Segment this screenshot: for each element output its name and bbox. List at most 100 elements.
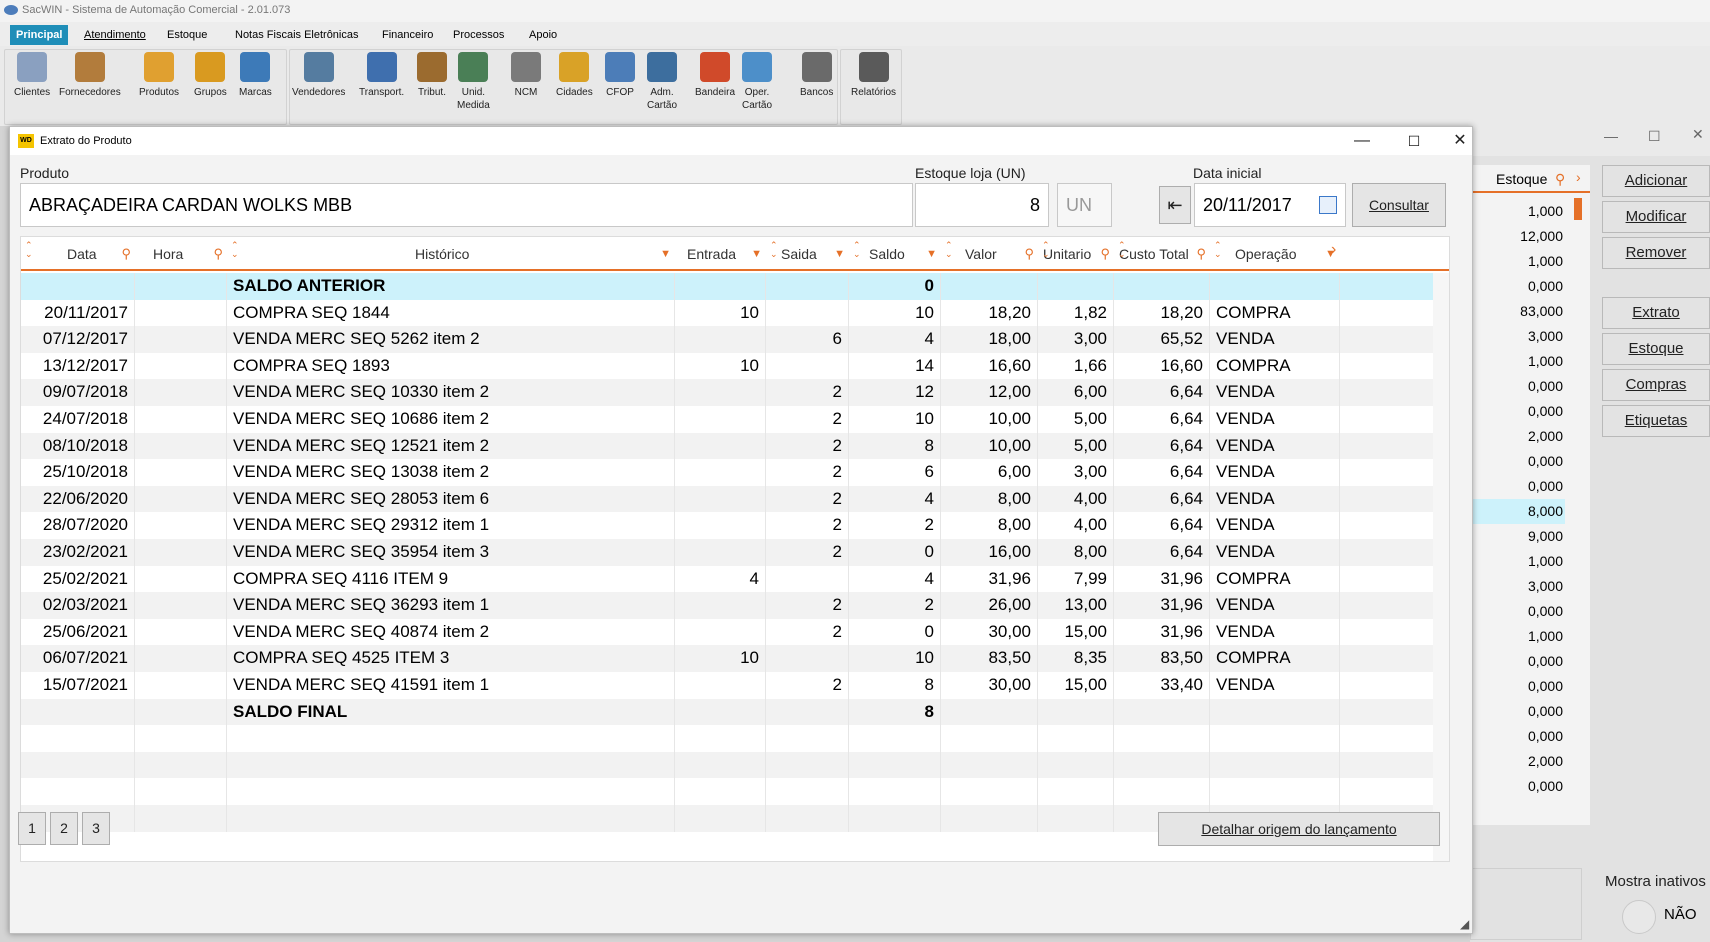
side-button-modificar[interactable]: Modificar: [1602, 201, 1710, 233]
ribbon-button-12[interactable]: Adm. Cartão: [647, 52, 677, 112]
column-header-historico[interactable]: Histórico ⌃ ⌄ ▼: [227, 237, 675, 271]
table-row[interactable]: 07/12/2017 VENDA MERC SEQ 5262 item 2 6 4 18…: [21, 326, 1449, 353]
back-to-start-button[interactable]: ⇤: [1159, 186, 1191, 224]
column-header-saldo[interactable]: Saldo ⌃ ⌄ ▼: [849, 237, 941, 271]
table-row[interactable]: 15/07/2021 VENDA MERC SEQ 41591 item 1283…: [21, 672, 1449, 699]
side-button-etiquetas[interactable]: Etiquetas: [1602, 405, 1710, 437]
ribbon-button-6[interactable]: Transport.: [359, 52, 404, 99]
table-row[interactable]: SALDO ANTERIOR 0: [21, 273, 1449, 300]
chevron-right-icon[interactable]: ›: [1576, 169, 1581, 185]
sort-icon[interactable]: ⌃ ⌄: [231, 241, 239, 259]
safe-icon: [801, 52, 832, 82]
grid-vertical-scrollbar[interactable]: [1433, 273, 1449, 861]
search-icon[interactable]: ⚲: [1024, 247, 1034, 261]
column-header-hora[interactable]: Hora ⚲: [135, 237, 227, 271]
side-button-extrato[interactable]: Extrato: [1602, 297, 1710, 329]
resize-grip-icon[interactable]: ◢: [1460, 917, 1469, 931]
filter-icon[interactable]: ▼: [834, 247, 845, 261]
sort-icon[interactable]: ⌃ ⌄: [1214, 241, 1222, 259]
column-header-operacao[interactable]: Operação ⌃ ⌄ ▼: [1210, 237, 1340, 271]
ribbon-button-13[interactable]: Bandeira: [695, 52, 735, 99]
menu-principal[interactable]: Principal: [10, 25, 69, 45]
column-header-valor[interactable]: Valor ⌃ ⌄ ⚲: [941, 237, 1038, 271]
table-row[interactable]: 25/02/2021 COMPRA SEQ 4116 ITEM 9 4 4 31,96 7…: [21, 565, 1449, 593]
ribbon-button-16[interactable]: Relatórios: [851, 52, 896, 99]
bg-close-icon[interactable]: ✕: [1692, 126, 1704, 143]
chevron-right-icon[interactable]: ›: [1331, 242, 1336, 258]
filter-icon[interactable]: ▼: [926, 247, 937, 261]
table-row[interactable]: 25/06/2021 VENDA MERC SEQ 40874 item 2203…: [21, 618, 1449, 646]
ribbon-button-10[interactable]: Cidades: [556, 52, 593, 99]
column-header-entrada[interactable]: Entrada ▼: [675, 237, 766, 271]
table-row[interactable]: 13/12/2017 COMPRA SEQ 1893 10 14 16,60 1,66 16…: [21, 352, 1449, 380]
close-icon[interactable]: ✕: [1450, 131, 1470, 151]
side-button-estoque[interactable]: Estoque: [1602, 333, 1710, 365]
menu-nfe[interactable]: Notas Fiscais Eletrônicas: [229, 26, 365, 44]
ribbon-button-0[interactable]: Clientes: [14, 52, 50, 99]
column-header-custo[interactable]: Custo Total ⌃ ⌄ ⚲: [1114, 237, 1210, 271]
sort-icon[interactable]: ⌃ ⌄: [945, 241, 953, 259]
brands-icon: [240, 52, 271, 82]
table-row[interactable]: 28/07/2020 VENDA MERC SEQ 29312 item 1228…: [21, 512, 1449, 539]
column-header-saida[interactable]: Saida ⌃ ⌄ ▼: [766, 237, 849, 271]
data-inicial-field[interactable]: 20/11/2017: [1194, 183, 1346, 227]
ribbon-button-3[interactable]: Grupos: [194, 52, 227, 99]
table-row[interactable]: 22/06/2020 VENDA MERC SEQ 28053 item 6 248…: [21, 485, 1449, 513]
ribbon-button-14[interactable]: Oper. Cartão: [742, 52, 772, 112]
search-icon[interactable]: ⚲: [1196, 247, 1206, 261]
menu-apoio[interactable]: Apoio: [523, 26, 563, 44]
page-button-3[interactable]: 3: [82, 812, 110, 845]
menu-financeiro[interactable]: Financeiro: [376, 26, 439, 44]
mostra-inativos-toggle[interactable]: [1622, 900, 1656, 934]
table-row[interactable]: 09/07/2018 VENDA MERC SEQ 10330 item 2 2 12…: [21, 379, 1449, 406]
table-row[interactable]: 20/11/2017 COMPRA SEQ 1844 10 10 18,20 1,82 18…: [21, 299, 1449, 327]
ribbon-button-9[interactable]: NCM: [511, 52, 541, 99]
ribbon-button-4[interactable]: Marcas: [239, 52, 272, 99]
detalhar-origem-button[interactable]: Detalhar origem do lançamento: [1158, 812, 1440, 846]
bg-maximize-icon[interactable]: ☐: [1648, 128, 1661, 145]
ribbon-button-5[interactable]: Vendedores: [292, 52, 345, 99]
sort-icon[interactable]: ⌃ ⌄: [853, 241, 861, 259]
side-button-adicionar[interactable]: Adicionar: [1602, 165, 1710, 197]
table-row[interactable]: 25/10/2018 VENDA MERC SEQ 13038 item 2266…: [21, 459, 1449, 486]
search-icon[interactable]: ⚲: [1100, 247, 1110, 261]
sort-icon[interactable]: ⌃ ⌄: [770, 241, 778, 259]
table-row[interactable]: 24/07/2018 VENDA MERC SEQ 10686 item 2 2 10…: [21, 406, 1449, 433]
estoque-column-header[interactable]: Estoque ⚲ ›: [1470, 165, 1590, 193]
page-button-1[interactable]: 1: [18, 812, 46, 845]
cell-saldo: [849, 778, 941, 805]
calendar-icon[interactable]: [1319, 196, 1337, 214]
search-icon[interactable]: ⚲: [121, 247, 131, 261]
minimize-icon[interactable]: —: [1352, 131, 1372, 151]
bg-minimize-icon[interactable]: —: [1604, 128, 1618, 144]
column-header-data[interactable]: Data ⌃ ⌄ ⚲: [21, 237, 135, 271]
table-row[interactable]: 02/03/2021 VENDA MERC SEQ 36293 item 1222…: [21, 592, 1449, 619]
side-button-compras[interactable]: Compras: [1602, 369, 1710, 401]
ribbon-button-1[interactable]: Fornecedores: [59, 52, 121, 99]
ribbon-button-11[interactable]: CFOP: [605, 52, 635, 99]
table-row[interactable]: 06/07/2021 COMPRA SEQ 4525 ITEM 3 10 10 83,5…: [21, 645, 1449, 672]
menu-atendimento[interactable]: Atendimento: [78, 26, 152, 44]
consultar-button[interactable]: Consultar: [1352, 183, 1446, 227]
maximize-icon[interactable]: ☐: [1404, 131, 1424, 151]
filter-icon[interactable]: ▼: [660, 247, 671, 261]
sort-icon[interactable]: ⌃ ⌄: [1118, 241, 1126, 259]
table-row[interactable]: 08/10/2018 VENDA MERC SEQ 12521 item 2 281…: [21, 432, 1449, 460]
sort-icon[interactable]: ⌃ ⌄: [1042, 241, 1050, 259]
menu-processos[interactable]: Processos: [447, 26, 510, 44]
ribbon-button-15[interactable]: Bancos: [800, 52, 833, 99]
ribbon-button-7[interactable]: Tribut.: [417, 52, 447, 99]
sort-icon[interactable]: ⌃ ⌄: [25, 241, 33, 259]
filter-icon[interactable]: ▼: [751, 247, 762, 261]
page-button-2[interactable]: 2: [50, 812, 78, 845]
side-button-remover[interactable]: Remover: [1602, 237, 1710, 269]
table-row[interactable]: 23/02/2021 VENDA MERC SEQ 35954 item 3 201…: [21, 539, 1449, 566]
ribbon-button-8[interactable]: Unid. Medida: [457, 52, 490, 112]
search-icon[interactable]: ⚲: [1555, 171, 1565, 188]
column-header-unitario[interactable]: Unitario ⌃ ⌄ ⚲: [1038, 237, 1114, 271]
produto-field[interactable]: ABRAÇADEIRA CARDAN WOLKS MBB: [20, 183, 913, 227]
search-icon[interactable]: ⚲: [213, 247, 223, 261]
ribbon-button-2[interactable]: Produtos: [139, 52, 179, 99]
table-row[interactable]: SALDO FINAL 8: [21, 698, 1449, 726]
menu-estoque[interactable]: Estoque: [161, 26, 213, 44]
